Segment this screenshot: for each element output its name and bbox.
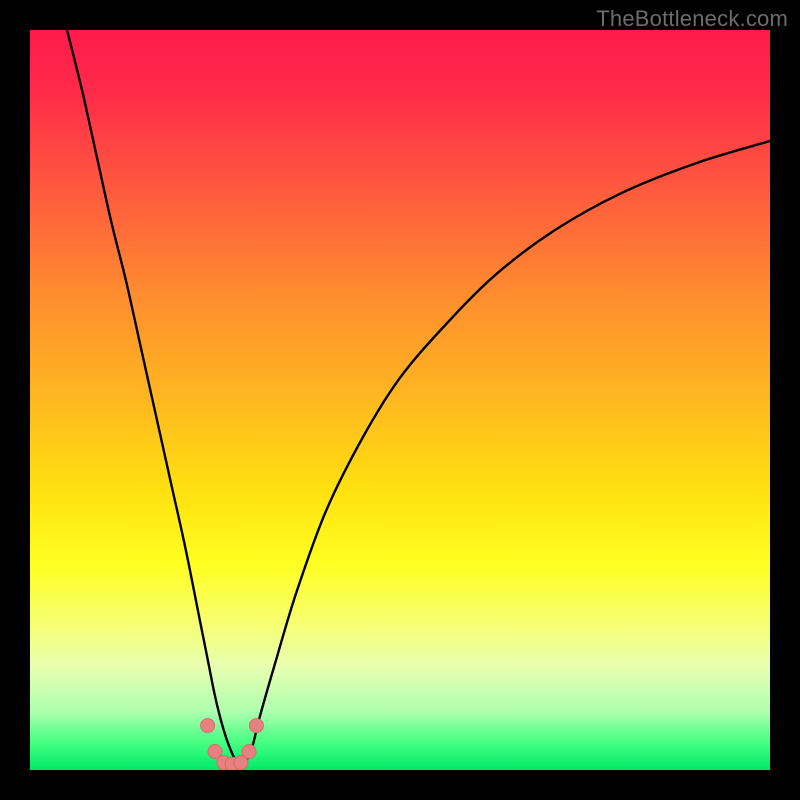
marker-point [201, 719, 215, 733]
marker-point [242, 745, 256, 759]
watermark-text: TheBottleneck.com [596, 6, 788, 32]
plot-area [30, 30, 770, 770]
gradient-background [30, 30, 770, 770]
marker-point [249, 719, 263, 733]
outer-frame: TheBottleneck.com [0, 0, 800, 800]
bottleneck-chart [30, 30, 770, 770]
